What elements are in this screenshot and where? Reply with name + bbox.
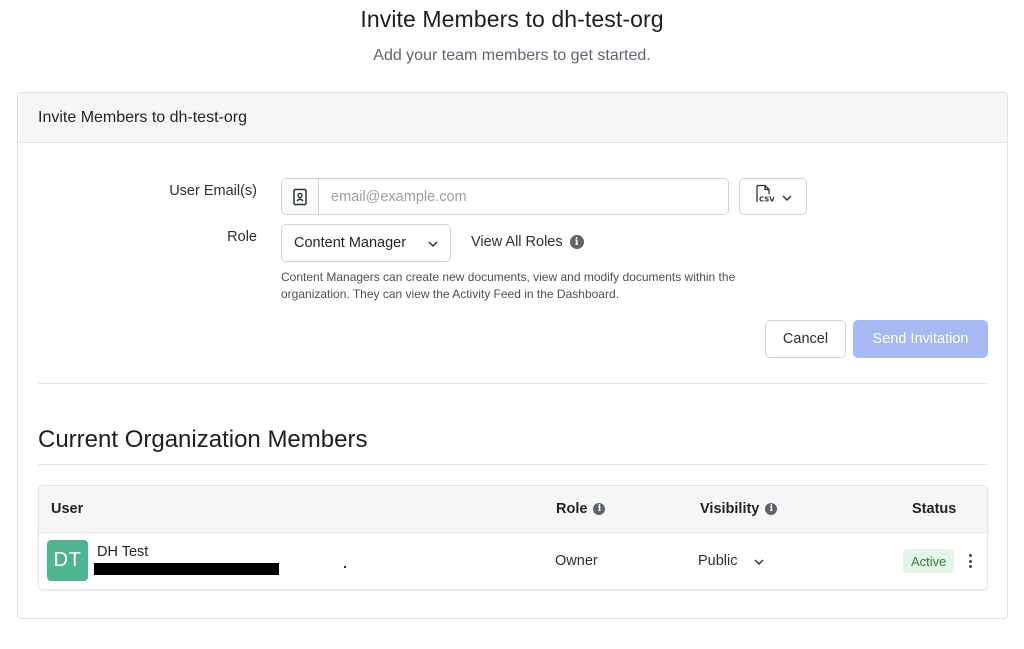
chevron-down-icon — [782, 188, 792, 206]
column-header-status: Status — [912, 501, 956, 517]
svg-text:CSV: CSV — [759, 196, 774, 204]
members-section-title: Current Organization Members — [38, 426, 368, 453]
column-header-visibility-label: Visibility — [700, 501, 760, 517]
chevron-down-icon — [428, 235, 438, 251]
member-name: DH Test — [97, 544, 149, 560]
redacted-email — [94, 563, 279, 575]
page-subtitle: Add your team members to get started. — [373, 47, 651, 64]
visibility-select[interactable]: Public — [698, 553, 764, 569]
role-label: Role — [227, 229, 257, 245]
column-header-status-label: Status — [912, 501, 957, 517]
invite-card: Invite Members to dh-test-org User Email… — [17, 92, 1008, 619]
contact-book-icon[interactable] — [282, 179, 319, 214]
table-row: DT DH Test Owner Public Active — [39, 533, 987, 589]
member-role: Owner — [555, 553, 598, 569]
view-all-roles-link[interactable]: View All Roles i — [471, 234, 584, 250]
info-icon[interactable]: i — [593, 503, 606, 515]
view-all-roles-label: View All Roles — [471, 234, 563, 250]
info-icon[interactable]: i — [765, 503, 778, 515]
email-label: User Email(s) — [169, 183, 257, 199]
role-select[interactable]: Content Manager — [281, 224, 451, 262]
table-header: User Role i Visibility i Status — [39, 486, 987, 533]
section-divider — [38, 464, 988, 465]
email-field-group — [281, 178, 729, 215]
info-icon[interactable]: i — [569, 235, 584, 249]
csv-file-icon: CSV — [754, 184, 775, 209]
more-options-icon[interactable] — [963, 550, 977, 572]
members-table: User Role i Visibility i Status DT DH Te… — [38, 485, 988, 590]
column-header-user: User — [51, 501, 83, 517]
column-header-role: Role i — [556, 501, 606, 517]
column-header-visibility: Visibility i — [700, 501, 778, 517]
chevron-down-icon — [754, 553, 764, 569]
status-badge: Active — [903, 549, 955, 573]
send-invitation-button[interactable]: Send Invitation — [853, 320, 988, 358]
card-header-title: Invite Members to dh-test-org — [38, 108, 247, 126]
visibility-value: Public — [698, 553, 738, 569]
role-select-value: Content Manager — [294, 235, 407, 251]
cancel-button[interactable]: Cancel — [765, 320, 846, 358]
redaction-artifact — [344, 566, 346, 568]
column-header-role-label: Role — [556, 501, 588, 517]
column-header-user-label: User — [51, 501, 84, 517]
card-header: Invite Members to dh-test-org — [18, 93, 1007, 143]
email-input[interactable] — [319, 179, 728, 214]
csv-upload-dropdown[interactable]: CSV — [739, 178, 807, 215]
page-title: Invite Members to dh-test-org — [360, 6, 664, 32]
form-divider — [38, 383, 988, 384]
avatar: DT — [47, 540, 88, 581]
role-description: Content Managers can create new document… — [281, 270, 736, 301]
